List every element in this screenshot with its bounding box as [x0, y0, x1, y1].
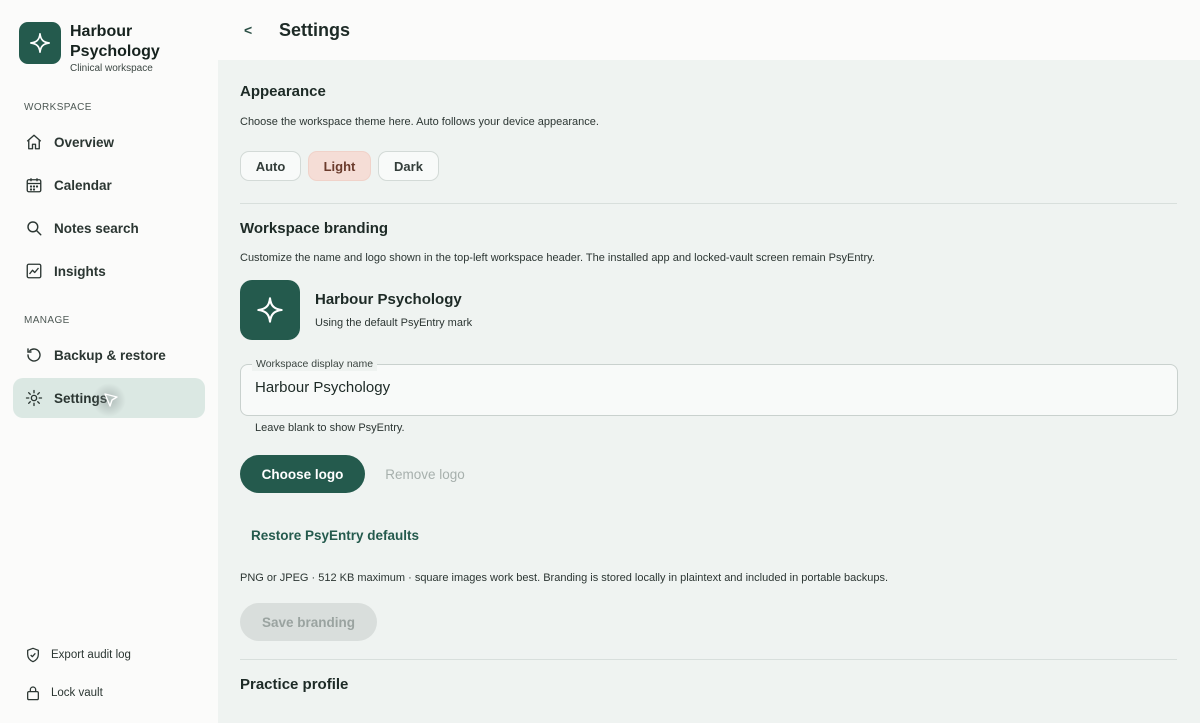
practice-profile-heading: Practice profile [240, 676, 349, 693]
sidebar-item-calendar[interactable]: Calendar [13, 165, 205, 205]
home-icon [24, 132, 44, 152]
chart-icon [24, 261, 44, 281]
lock-icon [24, 684, 42, 702]
remove-logo-button[interactable]: Remove logo [374, 455, 476, 493]
sidebar-item-backup-restore[interactable]: Backup & restore [13, 335, 205, 375]
search-icon [24, 218, 44, 238]
restore-icon [24, 345, 44, 365]
calendar-icon [24, 175, 44, 195]
sidebar-item-label: Backup & restore [54, 347, 166, 363]
restore-defaults-button[interactable]: Restore PsyEntry defaults [240, 520, 430, 550]
page-title: Settings [279, 19, 351, 40]
section-label-workspace: WORKSPACE [24, 102, 92, 113]
branding-preview-name: Harbour Psychology [315, 291, 462, 308]
appearance-description: Choose the workspace theme here. Auto fo… [240, 116, 599, 128]
sidebar-item-label: Insights [54, 263, 106, 279]
section-label-manage: MANAGE [24, 315, 70, 326]
page-header: < Settings [218, 0, 1200, 60]
sparkle-icon [19, 22, 61, 64]
branding-note: PNG or JPEG · 512 KB maximum · square im… [240, 572, 889, 584]
section-divider [240, 203, 1177, 204]
settings-content: Appearance Choose the workspace theme he… [218, 60, 1200, 723]
theme-option-light[interactable]: Light [308, 151, 371, 181]
sparkle-icon [240, 280, 300, 340]
sidebar-item-label: Overview [54, 134, 115, 150]
field-help-text: Leave blank to show PsyEntry. [255, 422, 405, 434]
workspace-brand[interactable]: Harbour Psychology Clinical workspace [19, 22, 180, 74]
save-branding-button[interactable]: Save branding [240, 603, 377, 641]
sidebar-item-label: Calendar [54, 177, 112, 193]
sidebar-item-label: Notes search [54, 220, 139, 236]
choose-logo-button[interactable]: Choose logo [240, 455, 365, 493]
sidebar: Harbour Psychology Clinical workspace WO… [0, 0, 218, 723]
theme-option-auto[interactable]: Auto [240, 151, 301, 181]
brand-name: Harbour Psychology [70, 23, 160, 60]
branding-description: Customize the name and logo shown in the… [240, 252, 875, 264]
back-button[interactable]: < [244, 22, 264, 38]
gear-icon [24, 388, 44, 408]
field-label: Workspace display name [252, 357, 378, 371]
lock-vault-link[interactable]: Lock vault [24, 684, 103, 702]
sidebar-item-insights[interactable]: Insights [13, 251, 205, 291]
branding-preview-subtitle: Using the default PsyEntry mark [315, 317, 473, 329]
export-audit-log-link[interactable]: Export audit log [24, 646, 131, 664]
shield-check-icon [24, 646, 42, 664]
export-audit-log-label: Export audit log [51, 649, 131, 661]
section-divider [240, 659, 1177, 660]
cursor-arrow-icon [104, 393, 118, 407]
workspace-display-name-field[interactable]: Workspace display name [240, 357, 1178, 416]
sidebar-item-overview[interactable]: Overview [13, 122, 205, 162]
branding-heading: Workspace branding [240, 220, 389, 237]
workspace-display-name-input[interactable] [255, 379, 1155, 396]
lock-vault-label: Lock vault [51, 687, 103, 699]
appearance-heading: Appearance [240, 83, 326, 100]
theme-option-dark[interactable]: Dark [378, 151, 439, 181]
brand-subtitle: Clinical workspace [70, 63, 153, 74]
sidebar-item-notes-search[interactable]: Notes search [13, 208, 205, 248]
